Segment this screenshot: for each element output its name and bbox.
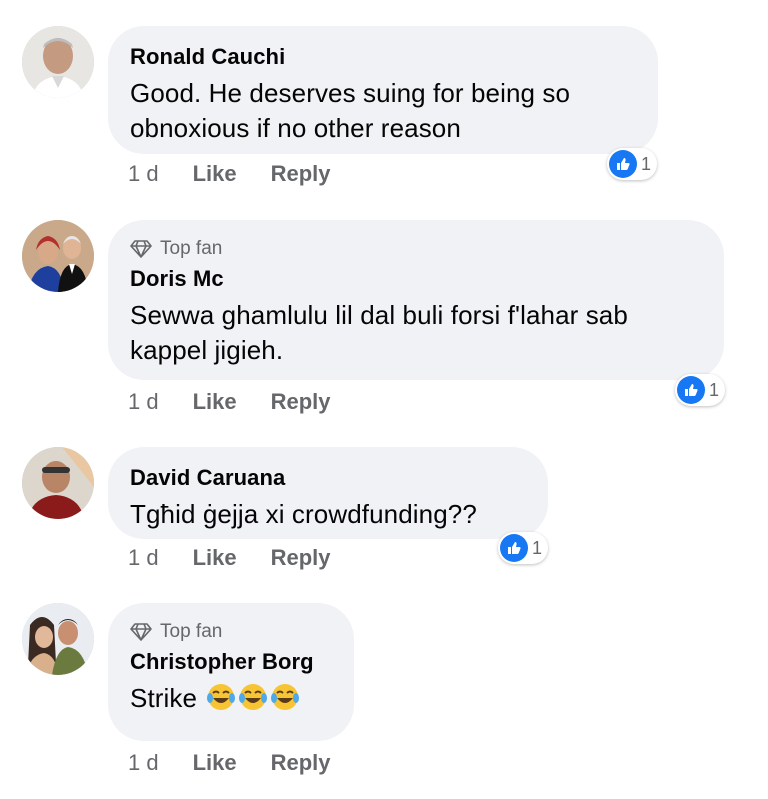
comment-text-line: Good. He deserves suing for being so bbox=[130, 78, 571, 108]
tears-of-joy-emoji bbox=[207, 684, 236, 710]
avatar[interactable] bbox=[22, 220, 94, 292]
thumbs-up-icon bbox=[677, 376, 705, 404]
reaction-count: 1 bbox=[641, 153, 652, 174]
diamond-icon bbox=[130, 240, 152, 258]
comment-text-line: Tgħid ġejja xi crowdfunding?? bbox=[130, 499, 477, 529]
comment-text: Sewwa ghamlulu lil dal buli forsi f'laha… bbox=[130, 298, 702, 368]
comment-timestamp[interactable]: 1 d bbox=[128, 161, 159, 187]
diamond-icon bbox=[130, 623, 152, 641]
avatar[interactable] bbox=[22, 603, 94, 675]
avatar[interactable] bbox=[22, 447, 94, 519]
reaction-summary[interactable]: 1 bbox=[675, 374, 726, 406]
reaction-count: 1 bbox=[532, 537, 543, 558]
top-fan-label: Top fan bbox=[160, 621, 223, 642]
comment-text: Tgħid ġejja xi crowdfunding?? bbox=[130, 497, 526, 532]
tears-of-joy-emoji bbox=[239, 684, 268, 710]
reply-button[interactable]: Reply bbox=[271, 389, 331, 415]
comment-actions: 1 d Like Reply bbox=[128, 750, 331, 776]
like-button[interactable]: Like bbox=[193, 545, 237, 571]
comment-actions: 1 d Like Reply bbox=[128, 389, 331, 415]
comment-text-line: kappel jigieh. bbox=[130, 335, 284, 365]
reply-button[interactable]: Reply bbox=[271, 750, 331, 776]
comment-actions: 1 d Like Reply bbox=[128, 545, 331, 571]
like-button[interactable]: Like bbox=[193, 750, 237, 776]
comment-text-line: Sewwa ghamlulu lil dal buli forsi f'laha… bbox=[130, 300, 628, 330]
top-fan-badge: Top fan bbox=[130, 238, 702, 260]
comment-timestamp[interactable]: 1 d bbox=[128, 750, 159, 776]
comment-bubble: David Caruana Tgħid ġejja xi crowdfundin… bbox=[108, 447, 548, 539]
comment-text: Strike bbox=[130, 681, 332, 716]
thumbs-up-icon bbox=[500, 534, 528, 562]
comment-author[interactable]: Doris Mc bbox=[130, 266, 702, 292]
comment-text: Good. He deserves suing for being so obn… bbox=[130, 76, 636, 146]
reaction-count: 1 bbox=[709, 379, 720, 400]
thumbs-up-icon bbox=[609, 150, 637, 178]
top-fan-label: Top fan bbox=[160, 238, 223, 259]
comment-author[interactable]: David Caruana bbox=[130, 465, 526, 491]
comment-actions: 1 d Like Reply bbox=[128, 161, 331, 187]
comment-timestamp[interactable]: 1 d bbox=[128, 389, 159, 415]
tears-of-joy-emoji bbox=[271, 684, 300, 710]
reaction-summary[interactable]: 1 bbox=[498, 532, 549, 564]
comment-bubble: Ronald Cauchi Good. He deserves suing fo… bbox=[108, 26, 658, 154]
comment-bubble: Top fan Christopher Borg Strike bbox=[108, 603, 354, 741]
comment-text-line: Strike bbox=[130, 683, 198, 713]
comment-bubble: Top fan Doris Mc Sewwa ghamlulu lil dal … bbox=[108, 220, 724, 380]
reply-button[interactable]: Reply bbox=[271, 161, 331, 187]
like-button[interactable]: Like bbox=[193, 161, 237, 187]
reaction-summary[interactable]: 1 bbox=[607, 148, 658, 180]
comment-timestamp[interactable]: 1 d bbox=[128, 545, 159, 571]
like-button[interactable]: Like bbox=[193, 389, 237, 415]
avatar[interactable] bbox=[22, 26, 94, 98]
comment-text-line: obnoxious if no other reason bbox=[130, 113, 461, 143]
reply-button[interactable]: Reply bbox=[271, 545, 331, 571]
top-fan-badge: Top fan bbox=[130, 621, 332, 643]
comment-author[interactable]: Christopher Borg bbox=[130, 649, 332, 675]
comment-author[interactable]: Ronald Cauchi bbox=[130, 44, 636, 70]
